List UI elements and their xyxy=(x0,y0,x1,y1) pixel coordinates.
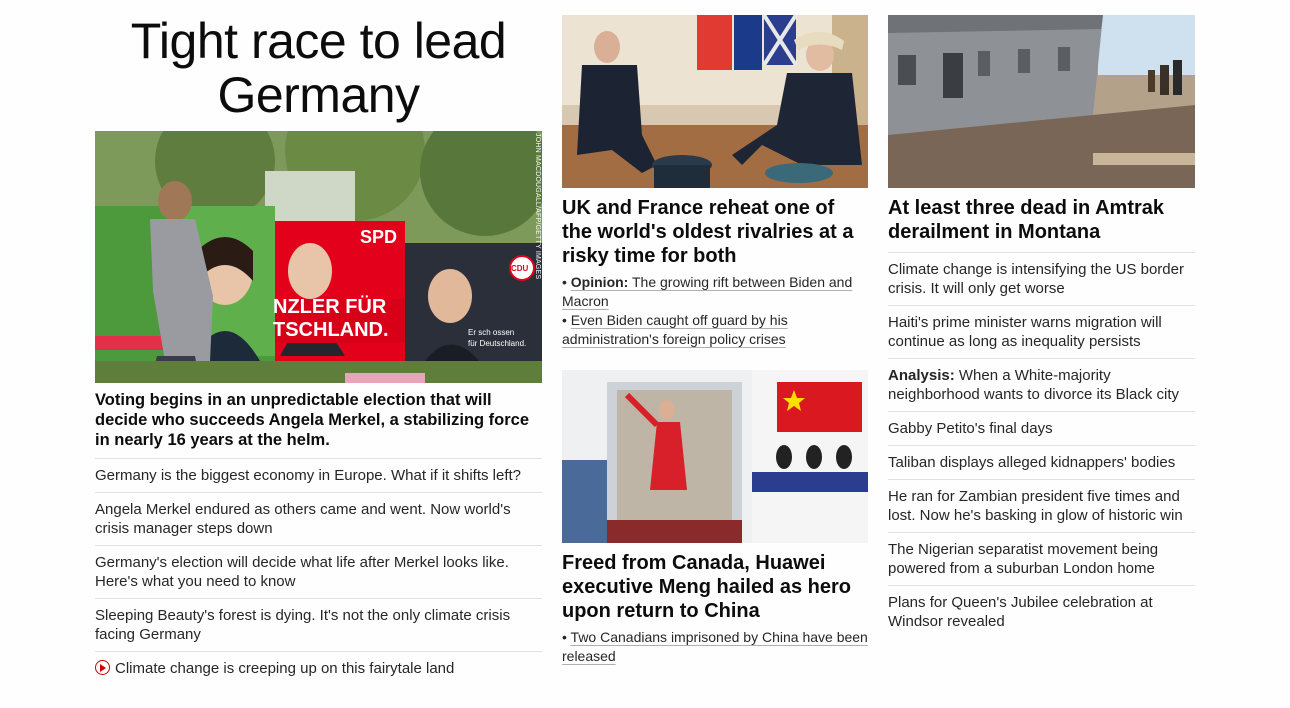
story-sublinks: • Opinion: The growing rift between Bide… xyxy=(562,273,868,349)
top-stories-list: Climate change is intensifying the US bo… xyxy=(888,252,1195,638)
list-item[interactable]: Climate change is intensifying the US bo… xyxy=(888,252,1195,305)
sublink-text[interactable]: Even Biden caught off guard by his admin… xyxy=(562,312,788,347)
election-posters-illustration: SPD NZLER FÜR TSCHLAND. CDU Er sch ossen… xyxy=(95,131,542,383)
amtrak-derailment-illustration xyxy=(888,15,1195,188)
related-links-list: Germany is the biggest economy in Europe… xyxy=(95,458,542,685)
related-link[interactable]: Germany is the biggest economy in Europe… xyxy=(95,467,521,484)
sublink-text[interactable]: Two Canadians imprisoned by China have b… xyxy=(562,629,868,664)
headline-link[interactable]: At least three dead in Amtrak derailment… xyxy=(888,196,1195,244)
section-title[interactable]: Tight race to lead Germany xyxy=(95,14,542,122)
list-item[interactable]: Gabby Petito's final days xyxy=(888,411,1195,445)
analysis-prefix: Analysis: xyxy=(888,367,955,384)
spd-slogan-line1: NZLER FÜR xyxy=(273,295,387,318)
list-item[interactable]: Sleeping Beauty's forest is dying. It's … xyxy=(95,598,542,651)
list-item[interactable]: Angela Merkel endured as others came and… xyxy=(95,492,542,545)
list-item[interactable]: Taliban displays alleged kidnappers' bod… xyxy=(888,445,1195,479)
macron-johnson-image[interactable] xyxy=(562,15,868,188)
list-item[interactable]: Haiti's prime minister warns migration w… xyxy=(888,305,1195,358)
macron-johnson-illustration xyxy=(562,15,868,188)
list-item[interactable]: Germany is the biggest economy in Europe… xyxy=(95,458,542,492)
related-link[interactable]: Sleeping Beauty's forest is dying. It's … xyxy=(95,607,510,643)
amtrak-derailment-image[interactable] xyxy=(888,15,1195,188)
story-link[interactable]: Gabby Petito's final days xyxy=(888,420,1053,437)
list-item[interactable]: The Nigerian separatist movement being p… xyxy=(888,532,1195,585)
image-credit: JOHN MACDOUGALL/AFP/GETTY IMAGES xyxy=(534,133,541,280)
headline-link[interactable]: UK and France reheat one of the world's … xyxy=(562,196,868,268)
list-item[interactable]: Plans for Queen's Jubilee celebration at… xyxy=(888,585,1195,638)
spd-slogan-line2: TSCHLAND. xyxy=(273,319,389,341)
story-link[interactable]: Climate change is intensifying the US bo… xyxy=(888,261,1184,297)
lead-story-link[interactable]: Voting begins in an unpredictable electi… xyxy=(95,390,542,458)
top-stories-section: At least three dead in Amtrak derailment… xyxy=(888,0,1195,638)
video-link[interactable]: Climate change is creeping up on this fa… xyxy=(115,660,454,677)
list-item[interactable]: Analysis: When a White-majority neighbor… xyxy=(888,358,1195,411)
sublink-item[interactable]: • Opinion: The growing rift between Bide… xyxy=(562,273,868,311)
sublink-item[interactable]: • Two Canadians imprisoned by China have… xyxy=(562,628,868,666)
headline-link[interactable]: Freed from Canada, Huawei executive Meng… xyxy=(562,551,868,623)
election-posters-image[interactable]: SPD NZLER FÜR TSCHLAND. CDU Er sch ossen… xyxy=(95,131,542,383)
related-link[interactable]: Germany's election will decide what life… xyxy=(95,554,509,590)
list-item[interactable]: Germany's election will decide what life… xyxy=(95,545,542,598)
story-link[interactable]: Haiti's prime minister warns migration w… xyxy=(888,314,1162,350)
story-link[interactable]: He ran for Zambian president five times … xyxy=(888,488,1183,524)
story-link[interactable]: Taliban displays alleged kidnappers' bod… xyxy=(888,454,1175,471)
meng-wanzhou-illustration xyxy=(562,370,868,543)
cdu-logo: CDU xyxy=(511,264,529,273)
cdu-slogan-line2: für Deutschland. xyxy=(468,339,526,348)
related-link[interactable]: Angela Merkel endured as others came and… xyxy=(95,501,511,537)
list-item[interactable]: Climate change is creeping up on this fa… xyxy=(95,651,542,685)
opinion-prefix: Opinion: xyxy=(570,274,629,290)
spd-logo: SPD xyxy=(360,227,397,247)
story-sublinks: • Two Canadians imprisoned by China have… xyxy=(562,628,868,666)
story-link[interactable]: The Nigerian separatist movement being p… xyxy=(888,541,1158,577)
cdu-slogan-line1: Er sch ossen xyxy=(468,328,514,337)
world-section: UK and France reheat one of the world's … xyxy=(562,0,868,666)
video-play-icon xyxy=(95,660,110,675)
story-link[interactable]: Plans for Queen's Jubilee celebration at… xyxy=(888,594,1153,630)
meng-wanzhou-image[interactable] xyxy=(562,370,868,543)
list-item[interactable]: He ran for Zambian president five times … xyxy=(888,479,1195,532)
sublink-item[interactable]: • Even Biden caught off guard by his adm… xyxy=(562,311,868,349)
germany-election-section: Tight race to lead Germany SPD NZLER FÜR… xyxy=(95,0,542,685)
